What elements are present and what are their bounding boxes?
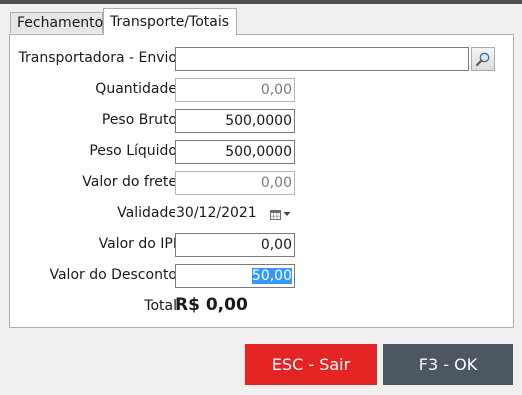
valor-ipi-label: Valor do IPI (98, 236, 177, 252)
calendar-icon (269, 209, 281, 220)
row-validade: Validade 30/12/2021 (10, 202, 515, 226)
date-picker-button[interactable] (267, 206, 293, 222)
peso-bruto-input[interactable]: 500,0000 (175, 109, 295, 133)
total-label: Total (144, 298, 177, 314)
footer-bar: ESC - Sair F3 - OK (0, 336, 522, 395)
tab-transporte-totais[interactable]: Transporte/Totais (103, 8, 237, 35)
peso-liquido-input[interactable]: 500,0000 (175, 140, 295, 164)
peso-bruto-label: Peso Bruto (101, 112, 177, 128)
window-top-border (0, 0, 522, 4)
row-valor-ipi: Valor do IPI 0,00 (10, 233, 515, 257)
transportadora-label: Transportadora - Envio (18, 50, 177, 66)
row-valor-desconto: Valor do Desconto 50,00 (10, 264, 515, 288)
row-peso-bruto: Peso Bruto 500,0000 (10, 109, 515, 133)
quantidade-label: Quantidade (95, 81, 177, 97)
transportadora-input[interactable] (175, 47, 469, 71)
validade-label: Validade (117, 205, 177, 221)
row-peso-liquido: Peso Líquido 500,0000 (10, 140, 515, 164)
row-valor-frete: Valor do frete 0,00 (10, 171, 515, 195)
valor-desconto-selected-text: 50,00 (251, 268, 292, 284)
tab-fechamento[interactable]: Fechamento (10, 12, 103, 33)
valor-frete-input[interactable]: 0,00 (175, 171, 295, 195)
valor-desconto-input[interactable]: 50,00 (175, 264, 295, 288)
search-icon (475, 52, 490, 67)
f3-ok-button[interactable]: F3 - OK (383, 344, 513, 385)
peso-liquido-label: Peso Líquido (89, 143, 177, 159)
tab-panel: Transportadora - Envio Quantidade 0,00 P… (9, 34, 514, 328)
search-button[interactable] (471, 47, 495, 71)
form-window: Fechamento Transporte/Totais Transportad… (0, 0, 522, 395)
total-value: R$ 0,00 (175, 295, 248, 315)
row-transportadora: Transportadora - Envio (10, 47, 515, 71)
row-total: Total R$ 0,00 (10, 295, 515, 319)
quantidade-input[interactable]: 0,00 (175, 78, 295, 102)
esc-sair-button[interactable]: ESC - Sair (245, 344, 377, 385)
valor-frete-label: Valor do frete (82, 174, 177, 190)
valor-ipi-input[interactable]: 0,00 (175, 233, 295, 257)
tab-transporte-totais-label: Transporte/Totais (110, 14, 230, 30)
valor-desconto-label: Valor do Desconto (49, 267, 177, 283)
tab-fechamento-label: Fechamento (17, 15, 104, 31)
chevron-down-icon (283, 212, 290, 216)
row-quantidade: Quantidade 0,00 (10, 78, 515, 102)
